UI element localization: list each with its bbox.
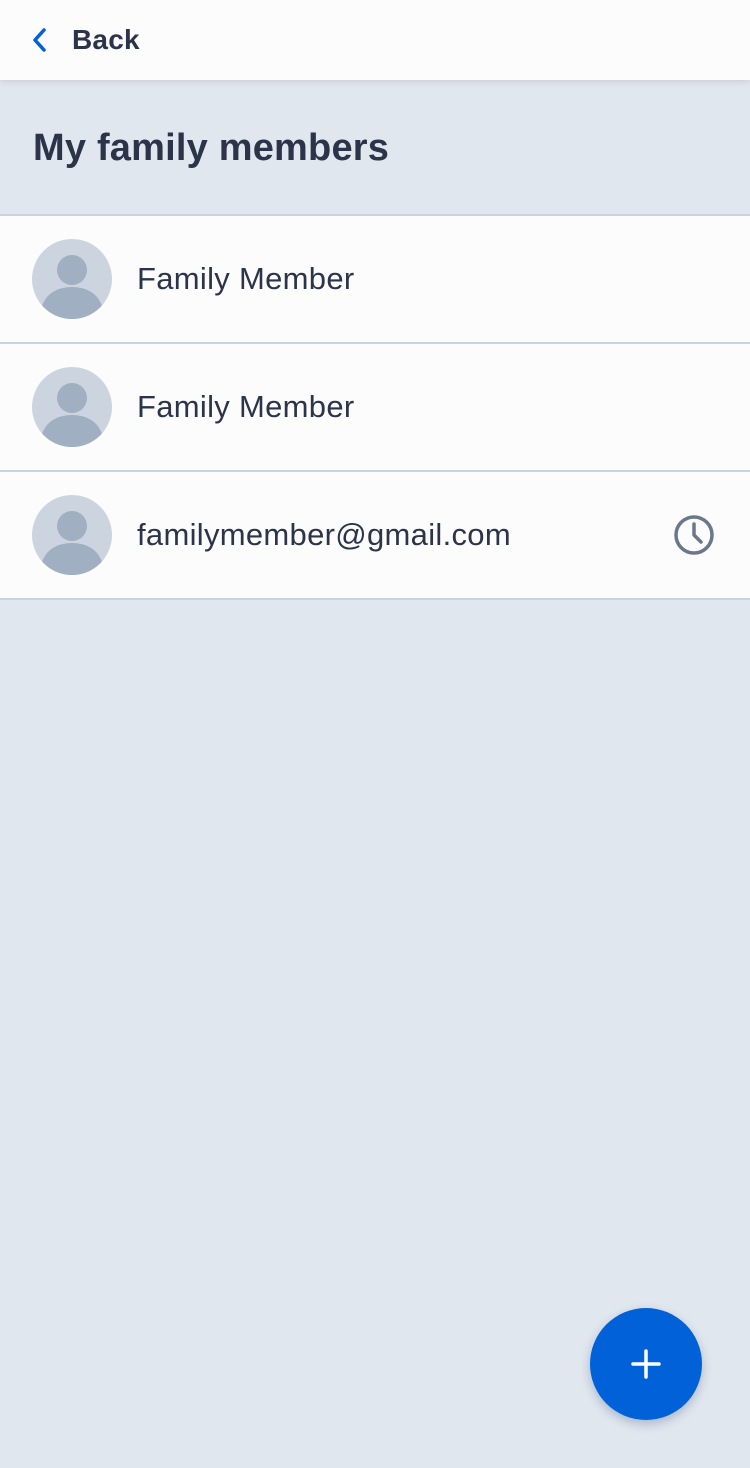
top-navigation-bar: Back (0, 0, 750, 80)
back-label: Back (72, 24, 140, 55)
avatar (32, 495, 112, 575)
member-name: Family Member (137, 261, 355, 296)
avatar (32, 239, 112, 319)
member-name: Family Member (137, 389, 355, 424)
family-member-list: Family Member Family Member familymember… (0, 214, 750, 600)
add-family-member-button[interactable] (590, 1308, 702, 1420)
clock-icon (673, 514, 715, 556)
app-screen: Back My family members Family Member Fam (0, 0, 750, 1468)
plus-icon (631, 1349, 661, 1379)
page-header: My family members (0, 80, 750, 215)
back-button[interactable]: Back (30, 24, 140, 56)
user-placeholder-icon (40, 511, 104, 575)
chevron-left-icon (30, 26, 50, 54)
user-placeholder-icon (40, 383, 104, 447)
user-placeholder-icon (40, 255, 104, 319)
avatar (32, 367, 112, 447)
pending-invite-item[interactable]: familymember@gmail.com (0, 472, 750, 600)
page-title: My family members (33, 127, 390, 169)
family-member-item[interactable]: Family Member (0, 216, 750, 344)
family-member-item[interactable]: Family Member (0, 344, 750, 472)
member-email: familymember@gmail.com (137, 517, 511, 552)
